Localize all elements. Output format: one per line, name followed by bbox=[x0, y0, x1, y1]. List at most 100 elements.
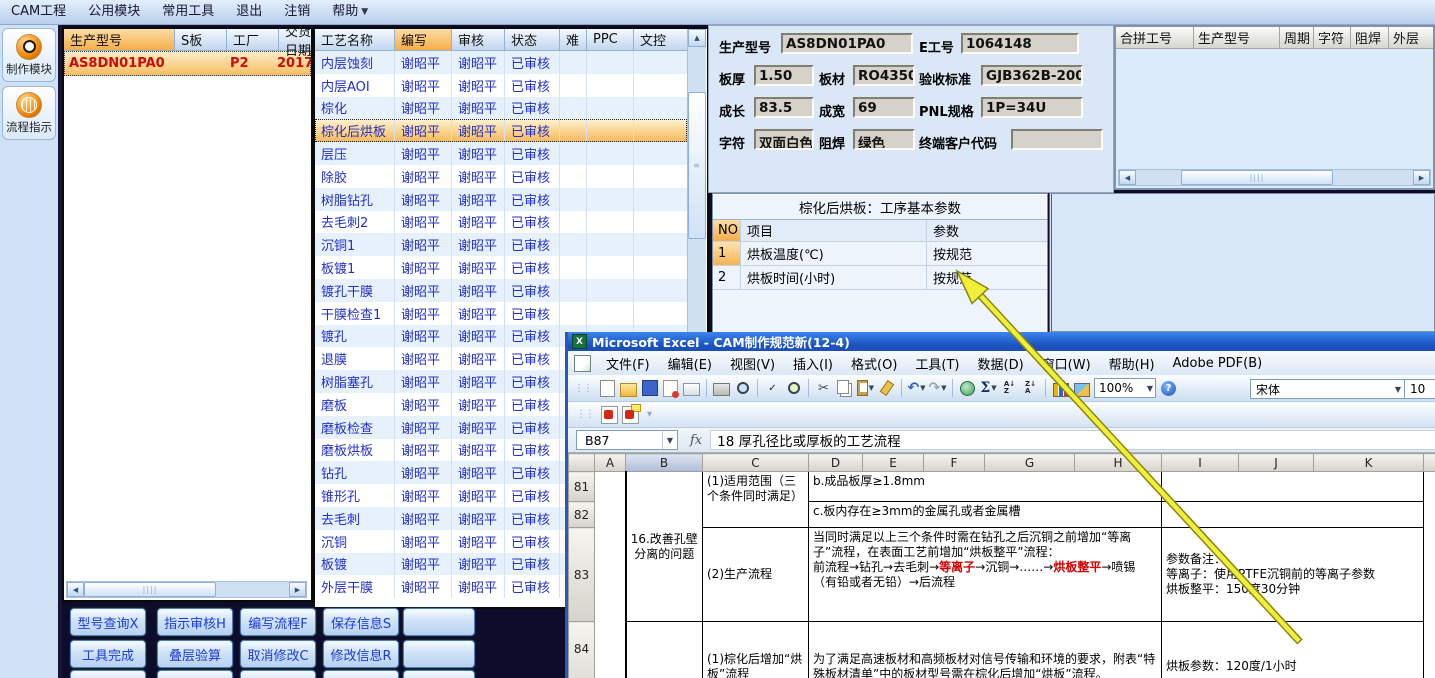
panel-length-field[interactable]: 83.5 bbox=[754, 97, 814, 118]
cell-partial[interactable] bbox=[1423, 621, 1435, 678]
column-header-status[interactable]: 状态 bbox=[505, 29, 560, 51]
acceptance-standard-field[interactable]: GJB362B-2009 bbox=[981, 65, 1083, 86]
process-table-row[interactable]: 干膜检查1 谢昭平 谢昭平 已审核 bbox=[315, 301, 687, 325]
column-header-k[interactable]: K bbox=[1313, 453, 1424, 472]
column-header-model[interactable]: 生产型号 bbox=[64, 29, 175, 51]
column-header-f[interactable]: F bbox=[923, 453, 985, 472]
ppc-audit-button[interactable]: PPC审核 bbox=[240, 670, 316, 678]
model-query-button[interactable]: 型号查询X bbox=[70, 608, 146, 636]
excel-menu-item[interactable]: 帮助(H) bbox=[1100, 354, 1164, 373]
cell-i81[interactable] bbox=[1161, 471, 1424, 502]
chevron-down-icon[interactable]: ▼ bbox=[361, 7, 368, 17]
pdf-email-icon[interactable] bbox=[622, 403, 641, 424]
research-icon[interactable] bbox=[785, 380, 802, 397]
excel-menu-item[interactable]: 视图(V) bbox=[721, 354, 784, 373]
menu-exit[interactable]: 退出 bbox=[225, 0, 273, 24]
toolbar-handle[interactable]: ⋮⋮ bbox=[576, 409, 595, 420]
instruction-audit-button[interactable]: 指示审核H bbox=[157, 608, 233, 636]
column-header-i[interactable]: I bbox=[1161, 453, 1239, 472]
new-icon[interactable] bbox=[599, 379, 616, 397]
row-header-81[interactable]: 81 bbox=[568, 471, 595, 502]
menu-logout[interactable]: 注销 bbox=[273, 0, 321, 24]
chevron-down-icon[interactable]: ▼ bbox=[1147, 384, 1155, 393]
scrollbar-thumb[interactable]: |||| bbox=[84, 582, 216, 597]
parameter-row[interactable]: 2 烘板时间(小时) 按规范 bbox=[713, 266, 1047, 290]
permission-icon[interactable] bbox=[662, 379, 679, 398]
scrollbar-track[interactable] bbox=[688, 47, 706, 92]
column-header-partial[interactable] bbox=[1423, 453, 1435, 472]
menu-common-tools[interactable]: 常用工具 bbox=[151, 0, 225, 24]
select-all-corner[interactable] bbox=[568, 453, 595, 472]
column-header-soldermask[interactable]: 阻焊 bbox=[1351, 27, 1389, 49]
row-header-84[interactable]: 84 bbox=[568, 621, 595, 678]
order-number-button[interactable]: 调单号入 bbox=[157, 670, 233, 678]
pnl-spec-field[interactable]: 1P=34U bbox=[981, 97, 1083, 118]
excel-menu-item[interactable]: 数据(D) bbox=[969, 354, 1033, 373]
cell-c-scope[interactable]: (1)适用范围（三个条件同时满足） bbox=[702, 471, 809, 528]
parameter-row[interactable]: 1 烘板温度(℃) 按规范 bbox=[713, 242, 1047, 266]
scroll-left-icon[interactable]: ◀ bbox=[1119, 170, 1136, 185]
column-header-b[interactable]: B bbox=[625, 453, 703, 472]
excel-menu-item[interactable]: 文件(F) bbox=[597, 354, 659, 373]
cell-i-bake[interactable]: 烘板参数：120度/1小时 bbox=[1161, 621, 1424, 678]
scroll-right-icon[interactable]: ▶ bbox=[289, 582, 306, 597]
process-table-row[interactable]: 沉铜1 谢昭平 谢昭平 已审核 bbox=[315, 233, 687, 257]
formula-input[interactable]: 18 厚孔径比或厚板的工艺流程 bbox=[710, 430, 1435, 450]
excel-menu-item[interactable]: 格式(O) bbox=[842, 354, 906, 373]
horizontal-scrollbar[interactable]: ◀ |||| ▶ bbox=[1118, 169, 1431, 186]
panel-width-field[interactable]: 69 bbox=[853, 97, 915, 118]
cell-b-group17[interactable]: 17.高频板和 bbox=[624, 621, 703, 678]
process-table-row[interactable]: 除胶 谢昭平 谢昭平 已审核 bbox=[315, 164, 687, 188]
excel-title-bar[interactable]: X Microsoft Excel - CAM制作规范新(12-4) bbox=[568, 332, 1435, 351]
scrollbar-track[interactable] bbox=[216, 582, 289, 597]
help-icon[interactable]: ? bbox=[1160, 380, 1177, 397]
column-header-legend[interactable]: 字符 bbox=[1314, 27, 1351, 49]
column-header-model[interactable]: 生产型号 bbox=[1194, 27, 1280, 49]
scroll-up-icon[interactable]: ▲ bbox=[688, 29, 706, 47]
menu-cam-engineering[interactable]: CAM工程 bbox=[0, 0, 77, 24]
cut-icon[interactable]: ✂ bbox=[815, 380, 832, 397]
cell-d-condition-b[interactable]: b.成品板厚≥1.8mm bbox=[808, 471, 1162, 502]
stackup-check-button[interactable]: 叠层验算 bbox=[157, 640, 233, 668]
font-name-select[interactable]: 宋体 ▼ bbox=[1250, 379, 1405, 399]
job-number-field[interactable]: 1064148 bbox=[961, 33, 1079, 54]
modify-info-button[interactable]: 修改信息R bbox=[323, 640, 399, 668]
cell-a81[interactable] bbox=[594, 471, 626, 502]
spelling-icon[interactable]: ✓ bbox=[764, 380, 781, 397]
print-icon[interactable] bbox=[713, 380, 730, 397]
chevron-down-icon[interactable]: ▼ bbox=[662, 431, 677, 449]
font-size-select[interactable]: 10 bbox=[1404, 379, 1435, 399]
column-header-outer-layer[interactable]: 外层 bbox=[1389, 27, 1433, 49]
autosum-icon[interactable]: Σ ▼ bbox=[980, 380, 997, 397]
toolbar-handle[interactable]: ⋮⋮ bbox=[574, 383, 593, 394]
process-table-row[interactable]: 内层AOI 谢昭平 谢昭平 已审核 bbox=[315, 73, 687, 97]
blank-button[interactable] bbox=[403, 640, 475, 668]
chart-wizard-icon[interactable] bbox=[1052, 380, 1069, 397]
cell-d-bake[interactable]: 为了满足高速板材和高频板材对信号传输和环境的要求，附表“特殊板材清单”中的板材型… bbox=[808, 621, 1162, 678]
scroll-left-icon[interactable]: ◀ bbox=[67, 582, 84, 597]
sidebar-item-make-module[interactable]: 制作模块 bbox=[2, 28, 56, 82]
blank-button[interactable] bbox=[403, 608, 475, 636]
column-header-a[interactable]: A bbox=[594, 453, 626, 472]
redo-icon[interactable]: ↷ ▼ bbox=[928, 380, 946, 397]
column-header-difficulty[interactable]: 难 bbox=[560, 29, 587, 51]
save-info-button[interactable]: 保存信息S bbox=[323, 608, 399, 636]
process-table-row[interactable]: 镀孔干膜 谢昭平 谢昭平 已审核 bbox=[315, 278, 687, 302]
column-header-h[interactable]: H bbox=[1074, 453, 1162, 472]
process-table-row[interactable]: 树脂钻孔 谢昭平 谢昭平 已审核 bbox=[315, 187, 687, 211]
cell-a83[interactable] bbox=[594, 527, 626, 622]
paste-icon[interactable]: ▼ bbox=[857, 380, 874, 397]
process-table-row[interactable]: 棕化后烘板 谢昭平 谢昭平 已审核 bbox=[315, 119, 687, 143]
row-header-82[interactable]: 82 bbox=[568, 501, 595, 528]
excel-menu-item[interactable]: 工具(T) bbox=[906, 354, 968, 373]
save-icon[interactable] bbox=[641, 380, 658, 397]
column-header-writer[interactable]: 编写 bbox=[395, 29, 452, 51]
column-header-d[interactable]: D bbox=[808, 453, 863, 472]
process-table-row[interactable]: 棕化 谢昭平 谢昭平 已审核 bbox=[315, 96, 687, 120]
model-upload-button[interactable]: 型号上网W bbox=[323, 670, 399, 678]
cell-a82[interactable] bbox=[594, 501, 626, 528]
scrollbar-thumb[interactable]: |||| bbox=[1181, 170, 1333, 185]
hyperlink-icon[interactable] bbox=[959, 380, 976, 397]
column-header-g[interactable]: G bbox=[984, 453, 1075, 472]
process-table-row[interactable]: 层压 谢昭平 谢昭平 已审核 bbox=[315, 142, 687, 165]
